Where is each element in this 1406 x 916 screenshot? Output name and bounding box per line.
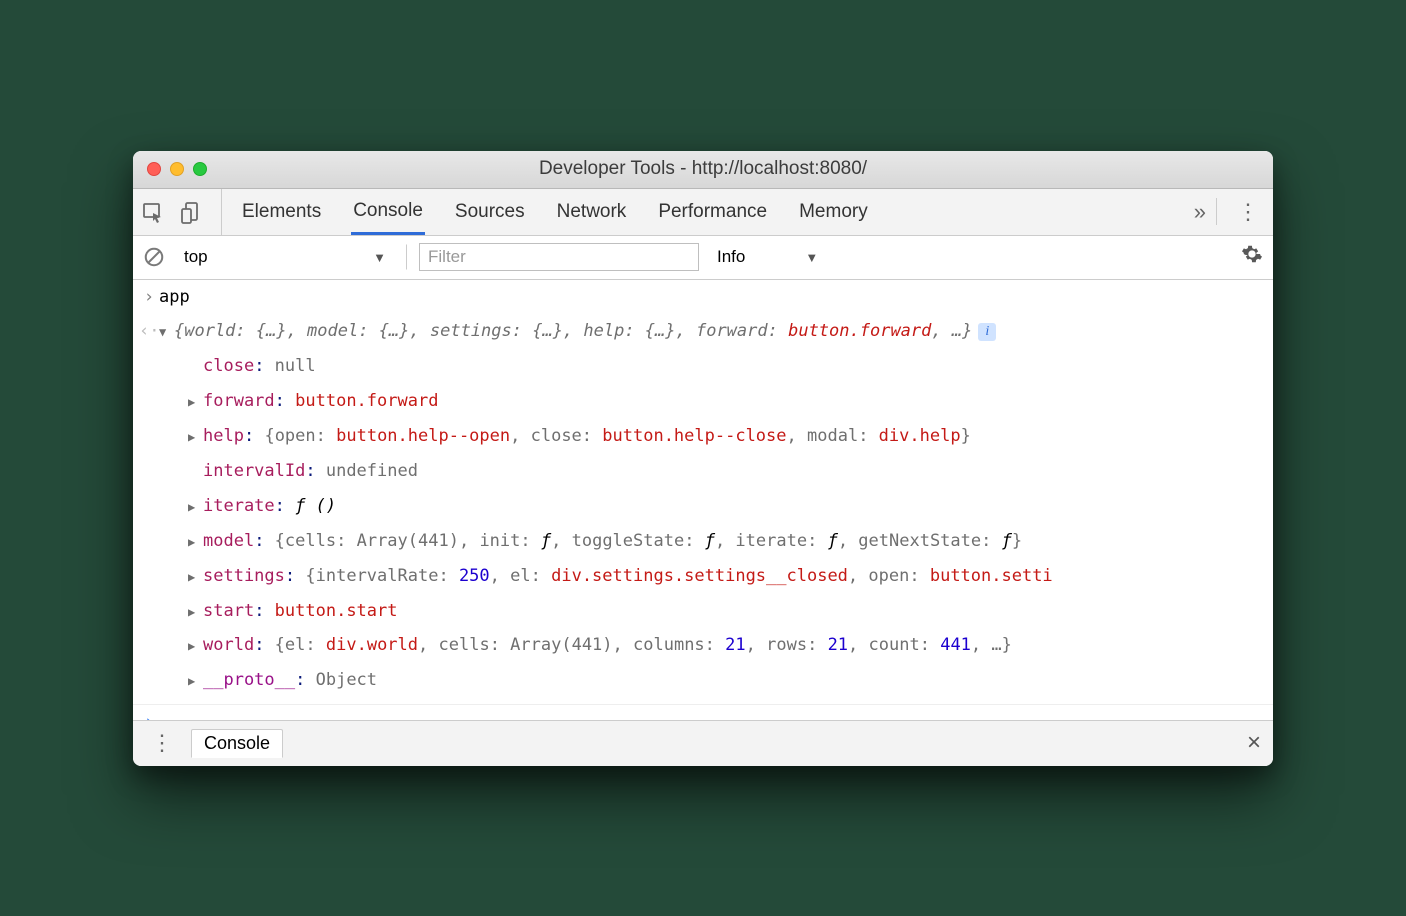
prop-intervalid[interactable]: intervalId: undefined: [133, 454, 1273, 489]
inspect-element-icon[interactable]: [141, 200, 165, 224]
drawer-close-icon[interactable]: ×: [1247, 729, 1261, 757]
tab-sources[interactable]: Sources: [453, 189, 527, 235]
tabs: Elements Console Sources Network Perform…: [230, 189, 870, 235]
tab-console[interactable]: Console: [351, 189, 425, 235]
expand-triangle-down-icon[interactable]: ▼: [159, 322, 172, 342]
expand-triangle-icon[interactable]: ▶: [188, 427, 201, 447]
prop-model[interactable]: ▶model: {cells: Array(441), init: ƒ, tog…: [133, 524, 1273, 559]
titlebar: Developer Tools - http://localhost:8080/: [133, 151, 1273, 189]
console-result-row[interactable]: ‹· ▼{world: {…}, model: {…}, settings: {…: [133, 314, 1273, 349]
prop-forward[interactable]: ▶forward: button.forward: [133, 384, 1273, 419]
prompt-caret-icon: ›: [139, 708, 159, 719]
tabbar-right: » ⋮: [1184, 189, 1265, 235]
prop-world[interactable]: ▶world: {el: div.world, cells: Array(441…: [133, 628, 1273, 663]
info-badge-icon[interactable]: i: [978, 323, 996, 341]
expand-triangle-icon[interactable]: ▶: [188, 497, 201, 517]
drawer: ⋮ Console ×: [133, 720, 1273, 766]
minimize-window-button[interactable]: [170, 162, 184, 176]
context-value: top: [184, 247, 208, 267]
filter-input[interactable]: [419, 243, 699, 271]
input-prompt-icon: ›: [139, 283, 159, 312]
console-output: › app ‹· ▼{world: {…}, model: {…}, setti…: [133, 280, 1273, 720]
window-title: Developer Tools - http://localhost:8080/: [133, 158, 1273, 180]
expand-triangle-icon[interactable]: ▶: [188, 567, 201, 587]
devtools-window: Developer Tools - http://localhost:8080/…: [133, 151, 1273, 766]
drawer-menu-icon[interactable]: ⋮: [145, 730, 179, 756]
expand-triangle-icon[interactable]: ▶: [188, 532, 201, 552]
expand-triangle-icon[interactable]: ▶: [188, 392, 201, 412]
output-prompt-icon: ‹·: [139, 317, 159, 346]
drawer-tab-console[interactable]: Console: [191, 729, 283, 758]
clear-console-icon[interactable]: [143, 246, 165, 268]
more-tabs-icon[interactable]: »: [1184, 198, 1217, 226]
toggle-device-icon[interactable]: [179, 200, 203, 224]
console-settings-icon[interactable]: [1241, 243, 1263, 271]
console-filter-bar: top ▼ Info ▼: [133, 236, 1273, 280]
expand-triangle-icon[interactable]: ▶: [188, 636, 201, 656]
prop-settings[interactable]: ▶settings: {intervalRate: 250, el: div.s…: [133, 559, 1273, 594]
prop-iterate[interactable]: ▶iterate: ƒ (): [133, 489, 1273, 524]
log-level-select[interactable]: Info ▼: [711, 247, 824, 267]
result-summary: ▼{world: {…}, model: {…}, settings: {…},…: [159, 317, 1263, 346]
devtools-tabbar: Elements Console Sources Network Perform…: [133, 189, 1273, 236]
tab-memory[interactable]: Memory: [797, 189, 870, 235]
devtools-menu-icon[interactable]: ⋮: [1231, 199, 1265, 225]
dropdown-triangle-icon: ▼: [805, 250, 818, 265]
prop-help[interactable]: ▶help: {open: button.help--open, close: …: [133, 419, 1273, 454]
console-command: app: [159, 283, 1263, 312]
context-select[interactable]: top ▼: [177, 244, 407, 270]
expand-triangle-icon[interactable]: ▶: [188, 602, 201, 622]
zoom-window-button[interactable]: [193, 162, 207, 176]
tab-network[interactable]: Network: [555, 189, 629, 235]
tabbar-tools: [141, 189, 222, 235]
tab-elements[interactable]: Elements: [240, 189, 323, 235]
console-prompt-row[interactable]: ›: [133, 705, 1273, 719]
traffic-lights: [147, 162, 207, 176]
prop-close[interactable]: close: null: [133, 349, 1273, 384]
level-value: Info: [717, 247, 745, 267]
prop-proto[interactable]: ▶__proto__: Object: [133, 663, 1273, 698]
tab-performance[interactable]: Performance: [656, 189, 769, 235]
console-input-row[interactable]: › app: [133, 280, 1273, 315]
prop-start[interactable]: ▶start: button.start: [133, 594, 1273, 629]
dropdown-triangle-icon: ▼: [373, 250, 386, 265]
expand-triangle-icon[interactable]: ▶: [188, 671, 201, 691]
close-window-button[interactable]: [147, 162, 161, 176]
